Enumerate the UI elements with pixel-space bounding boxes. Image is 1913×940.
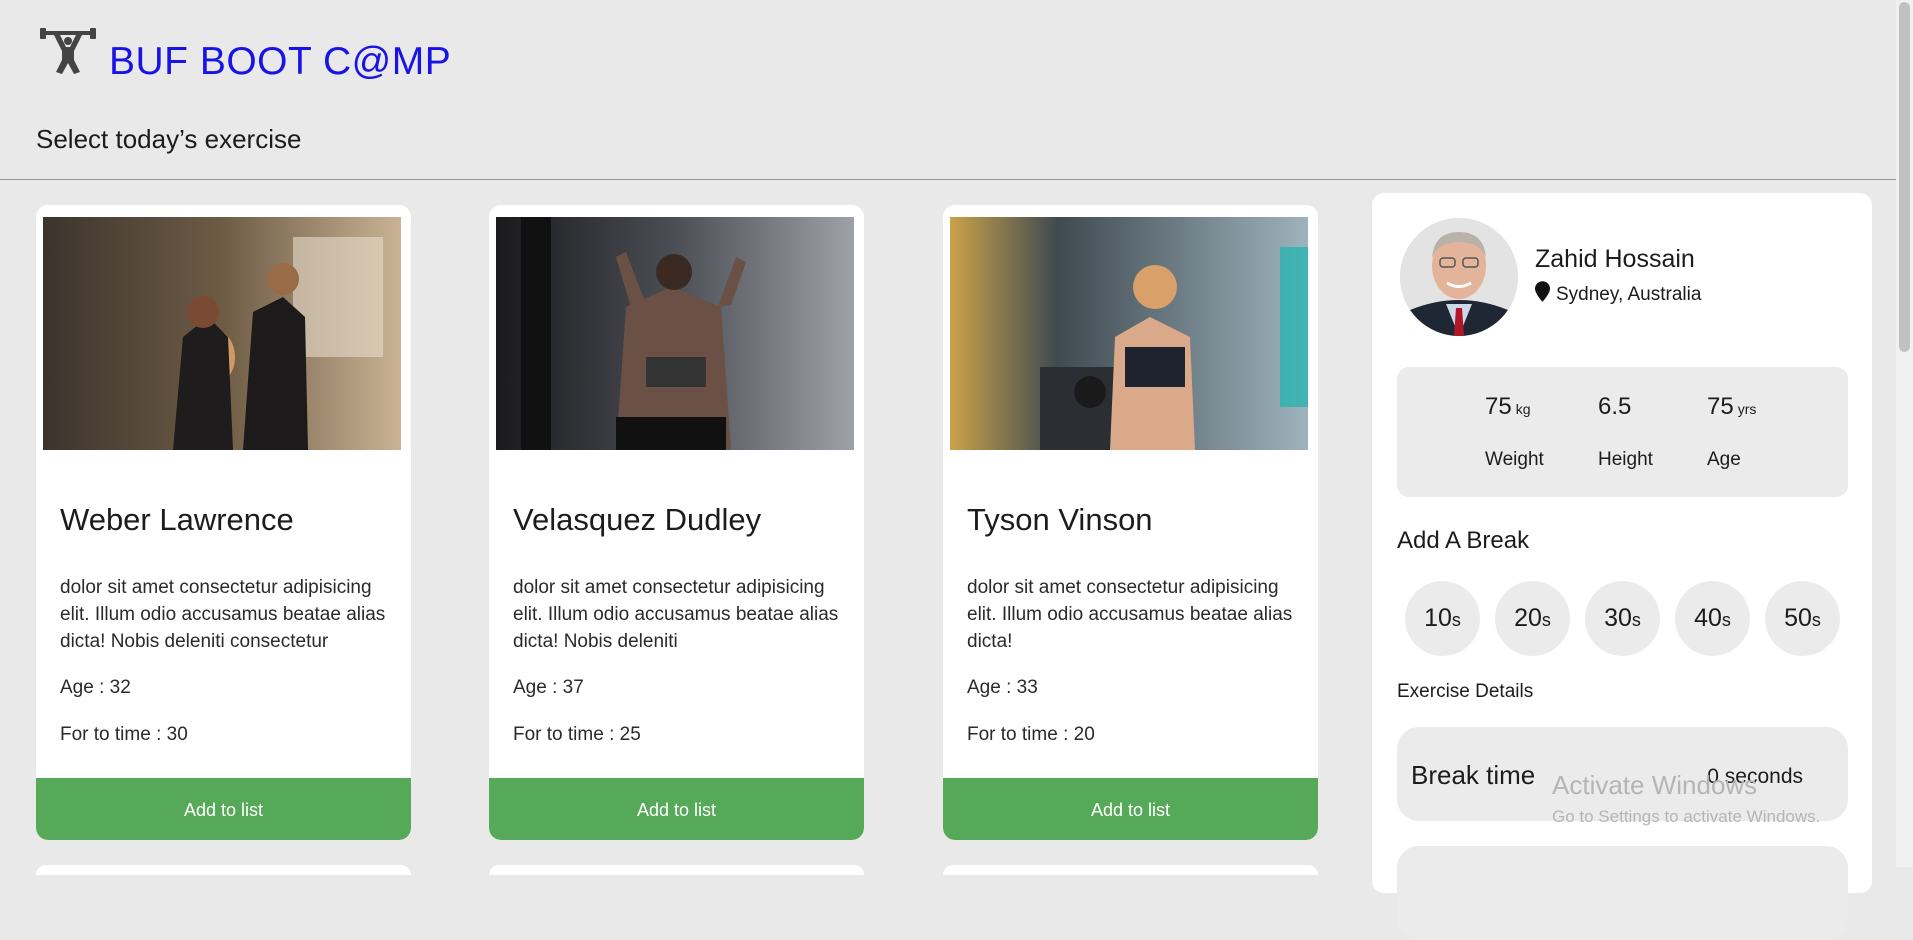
profile-name: Zahid Hossain [1535, 245, 1695, 273]
stat-value: 75 kg [1485, 393, 1531, 420]
stats-box: 75 kg Weight 6.5 Height 75 yrs Age [1397, 367, 1848, 497]
exercise-photo [43, 217, 401, 450]
brand-title[interactable]: BUF BOOT C@MP [109, 40, 451, 84]
header-divider [0, 179, 1896, 180]
trainer-name: Weber Lawrence [60, 502, 294, 537]
profile-location: Sydney, Australia [1535, 281, 1701, 308]
activate-windows-watermark: Activate Windows Go to Settings to activ… [1552, 770, 1820, 827]
exercise-time: For to time : 30 [60, 724, 188, 745]
page-scrollbar[interactable] [1896, 0, 1913, 867]
watermark-title: Activate Windows [1552, 770, 1758, 800]
stat-value: 6.5 [1598, 393, 1632, 420]
stat-label: Age [1707, 449, 1741, 470]
location-text: Sydney, Australia [1556, 283, 1702, 305]
exercise-time: For to time : 20 [967, 724, 1095, 745]
exercise-card: Weber Lawrence dolor sit amet consectetu… [36, 205, 411, 840]
exercise-photo [950, 217, 1308, 450]
avatar [1400, 218, 1518, 336]
exercise-photo [496, 217, 854, 450]
exercise-details-title: Exercise Details [1397, 681, 1534, 702]
exercise-description: dolor sit amet consectetur adipisicing e… [967, 577, 1293, 652]
stat-label: Height [1598, 449, 1653, 470]
weightlifter-icon [40, 28, 96, 76]
stat-value: 75 yrs [1707, 393, 1757, 420]
exercise-card: Tyson Vinson dolor sit amet consectetur … [943, 205, 1318, 840]
add-to-list-button[interactable]: Add to list [943, 778, 1318, 840]
stat-label: Weight [1485, 449, 1544, 470]
break-20s-button[interactable]: 20s [1495, 581, 1570, 656]
add-to-list-button[interactable]: Add to list [36, 778, 411, 840]
exercise-time: For to time : 25 [513, 724, 641, 745]
trainer-name: Velasquez Dudley [513, 502, 762, 537]
scrollbar-thumb[interactable] [1899, 2, 1910, 352]
break-50s-button[interactable]: 50s [1765, 581, 1840, 656]
break-30s-button[interactable]: 30s [1585, 581, 1660, 656]
exercise-age: Age : 33 [967, 677, 1038, 698]
exercise-time-box [1397, 846, 1848, 940]
page-subtitle: Select today’s exercise [36, 124, 302, 154]
exercise-age: Age : 37 [513, 677, 584, 698]
watermark-subtitle: Go to Settings to activate Windows. [1552, 807, 1821, 826]
break-time-label: Break time [1411, 760, 1536, 790]
break-40s-button[interactable]: 40s [1675, 581, 1750, 656]
exercise-card: Velasquez Dudley dolor sit amet consecte… [489, 205, 864, 840]
add-break-title: Add A Break [1397, 527, 1530, 554]
exercise-age: Age : 32 [60, 677, 131, 698]
exercise-description: dolor sit amet consectetur adipisicing e… [513, 577, 839, 652]
add-to-list-button[interactable]: Add to list [489, 778, 864, 840]
break-10s-button[interactable]: 10s [1405, 581, 1480, 656]
exercise-description: dolor sit amet consectetur adipisicing e… [60, 577, 386, 652]
map-pin-icon [1535, 281, 1550, 308]
trainer-name: Tyson Vinson [967, 502, 1153, 537]
